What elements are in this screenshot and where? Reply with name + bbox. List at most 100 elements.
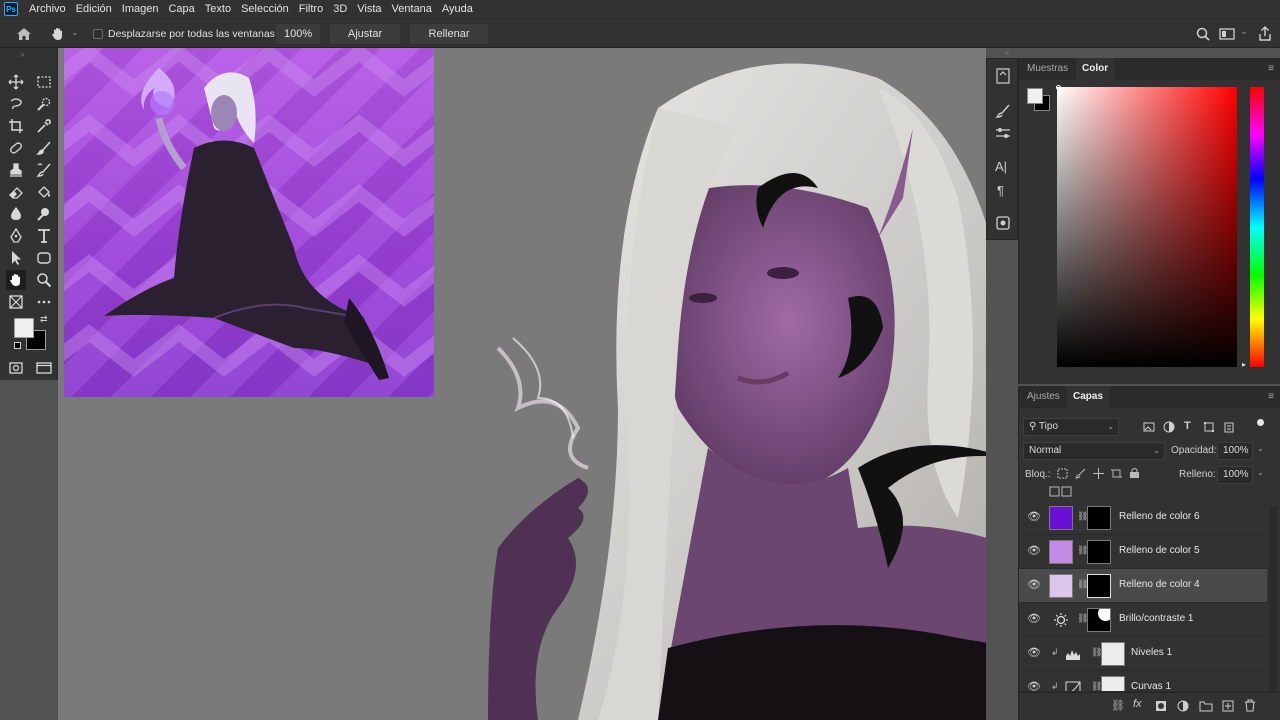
home-icon[interactable]	[16, 27, 32, 41]
saturation-value-field[interactable]	[1057, 87, 1237, 367]
type-tool-icon[interactable]	[34, 226, 54, 246]
layer-name[interactable]: Relleno de color 6	[1119, 511, 1200, 522]
collapse-strip-icon[interactable]: «	[1005, 48, 1009, 57]
menu-capa[interactable]: Capa	[163, 0, 199, 18]
fill-input[interactable]: 100%	[1217, 466, 1253, 484]
menu-ayuda[interactable]: Ayuda	[437, 0, 478, 18]
layer-row[interactable]: 👁 ↲ ⛓ Niveles 1	[1019, 637, 1267, 671]
layer-filter-select[interactable]: ⚲ Tipo ⌄	[1023, 418, 1119, 436]
history-brush-tool-icon[interactable]	[34, 160, 54, 180]
layer-row[interactable]: 👁 ⛓ Relleno de color 5	[1019, 535, 1267, 569]
foreground-color-swatch[interactable]	[14, 318, 34, 338]
hand-tool-icon[interactable]	[6, 270, 26, 290]
menu-ventana[interactable]: Ventana	[387, 0, 437, 18]
layer-row-selected[interactable]: 👁 ⛓ Relleno de color 4	[1019, 569, 1267, 603]
zoom-100-button[interactable]: 100%	[276, 24, 320, 44]
layer-name[interactable]: Brillo/contraste 1	[1119, 613, 1193, 624]
layer-color-thumb[interactable]	[1049, 574, 1073, 598]
tab-color[interactable]: Color	[1076, 58, 1115, 80]
pen-tool-icon[interactable]	[6, 226, 26, 246]
adjustments-sliders-icon[interactable]	[995, 125, 1011, 141]
search-icon[interactable]	[1196, 27, 1210, 41]
quick-mask-icon[interactable]	[6, 358, 26, 378]
tab-capas[interactable]: Capas	[1067, 386, 1110, 408]
lock-artboard-icon[interactable]	[1111, 468, 1122, 479]
color-picker-marker[interactable]	[1056, 85, 1061, 90]
layer-mask-thumb[interactable]	[1101, 642, 1125, 666]
blur-tool-icon[interactable]	[6, 204, 26, 224]
frame-tool-icon[interactable]	[6, 292, 26, 312]
brush-tool-icon[interactable]	[34, 138, 54, 158]
lock-transparent-icon[interactable]	[1057, 468, 1068, 479]
menu-texto[interactable]: Texto	[200, 0, 236, 18]
layers-scrollbar[interactable]	[1269, 506, 1277, 706]
filter-shape-icon[interactable]	[1203, 421, 1215, 433]
filter-smart-object-icon[interactable]	[1223, 421, 1235, 433]
visibility-eye-icon[interactable]: 👁	[1027, 545, 1041, 557]
more-tools-icon[interactable]	[34, 292, 54, 312]
zoom-tool-icon[interactable]	[34, 270, 54, 290]
healing-brush-tool-icon[interactable]	[6, 138, 26, 158]
visibility-eye-icon[interactable]: 👁	[1027, 511, 1041, 523]
layer-color-thumb[interactable]	[1049, 506, 1073, 530]
libraries-panel-icon[interactable]	[995, 215, 1011, 231]
screen-mode-icon[interactable]	[34, 358, 54, 378]
rectangle-tool-icon[interactable]	[34, 248, 54, 268]
marquee-tool-icon[interactable]	[34, 72, 54, 92]
workspace-chevron-icon[interactable]: ⌄	[1240, 26, 1248, 37]
move-tool-icon[interactable]	[6, 72, 26, 92]
document-canvas[interactable]	[58, 48, 1018, 720]
tab-ajustes[interactable]: Ajustes	[1021, 386, 1066, 408]
hue-slider[interactable]	[1250, 87, 1264, 367]
color-panel-foreground-swatch[interactable]	[1027, 88, 1043, 104]
panel-menu-icon[interactable]: ≡	[1268, 63, 1274, 74]
layer-name[interactable]: Relleno de color 5	[1119, 545, 1200, 556]
filter-type-icon[interactable]: T	[1184, 420, 1191, 432]
menu-archivo[interactable]: Archivo	[24, 0, 71, 18]
layer-mask-thumb[interactable]	[1101, 676, 1125, 691]
blend-mode-select[interactable]: Normal ⌄	[1023, 442, 1165, 460]
visibility-eye-icon[interactable]: 👁	[1027, 647, 1041, 659]
add-mask-icon[interactable]	[1155, 700, 1167, 712]
path-selection-tool-icon[interactable]	[6, 248, 26, 268]
lock-position-icon[interactable]	[1093, 468, 1104, 479]
filter-toggle-icon[interactable]	[1257, 419, 1264, 426]
layer-mask-thumb[interactable]	[1087, 608, 1111, 632]
paragraph-panel-icon[interactable]: ¶	[997, 183, 1004, 198]
menu-3d[interactable]: 3D	[328, 0, 352, 18]
layer-name[interactable]: Curvas 1	[1131, 681, 1171, 691]
fill-chevron-icon[interactable]: ⌄	[1257, 468, 1264, 477]
visibility-eye-icon[interactable]: 👁	[1027, 681, 1041, 691]
visibility-eye-icon[interactable]: 👁	[1027, 579, 1041, 591]
new-layer-icon[interactable]	[1222, 700, 1234, 712]
hand-tool-icon[interactable]	[50, 26, 66, 42]
lasso-tool-icon[interactable]	[6, 94, 26, 114]
link-layers-icon[interactable]: ⛓	[1111, 699, 1125, 712]
curves-icon[interactable]	[1065, 681, 1081, 692]
visibility-eye-icon[interactable]: 👁	[1027, 613, 1041, 625]
menu-imagen[interactable]: Imagen	[117, 0, 164, 18]
levels-icon[interactable]	[1065, 647, 1081, 661]
lock-image-icon[interactable]	[1075, 468, 1086, 479]
delete-layer-icon[interactable]	[1244, 699, 1256, 712]
fit-screen-button[interactable]: Ajustar pant.	[330, 24, 400, 60]
hue-slider-handle-icon[interactable]: ▸	[1242, 360, 1246, 369]
layer-row[interactable]: 👁 ⛓ Brillo/contraste 1	[1019, 603, 1267, 637]
brush-settings-icon[interactable]	[995, 103, 1011, 119]
toolbar-collapse-icon[interactable]: »	[20, 50, 24, 59]
layer-color-thumb[interactable]	[1049, 540, 1073, 564]
lock-all-icon[interactable]	[1129, 467, 1140, 479]
layer-name[interactable]: Relleno de color 4	[1119, 579, 1200, 590]
filter-pixel-icon[interactable]	[1143, 421, 1155, 433]
dodge-tool-icon[interactable]	[34, 204, 54, 224]
swap-colors-icon[interactable]: ⇄	[40, 314, 48, 325]
menu-edicion[interactable]: Edición	[71, 0, 117, 18]
character-panel-icon[interactable]: A|	[995, 159, 1007, 174]
new-group-icon[interactable]	[1199, 700, 1213, 712]
brightness-icon[interactable]	[1053, 612, 1069, 628]
layer-mask-thumb[interactable]	[1087, 574, 1111, 598]
layer-mask-thumb[interactable]	[1087, 506, 1111, 530]
tool-preset-chevron-icon[interactable]: ⌄	[71, 27, 79, 38]
eyedropper-tool-icon[interactable]	[34, 116, 54, 136]
menu-seleccion[interactable]: Selección	[236, 0, 294, 18]
